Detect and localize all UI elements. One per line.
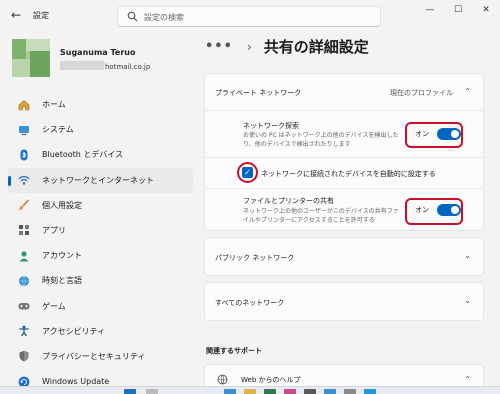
sidebar-item-personalization[interactable]: 個人用設定 — [8, 193, 193, 218]
taskbar-app-icon[interactable] — [244, 389, 256, 394]
divider — [205, 188, 483, 189]
web-help-label: Web からのヘルプ — [241, 376, 301, 384]
network-discovery-title: ネットワーク探索 — [243, 122, 299, 130]
user-email: hotmail.co.jp — [60, 61, 150, 71]
sidebar-nav: ホーム システム Bluetooth とデバイス ネットワークとインターネット … — [8, 92, 193, 394]
chevron-up-icon[interactable]: ⌃ — [464, 87, 471, 96]
highlight-annotation — [237, 162, 258, 183]
sidebar-item-accessibility[interactable]: アクセシビリティ — [8, 319, 193, 344]
title-bar: ← 設定 設定の検索 — ☐ ✕ — [0, 0, 500, 32]
divider — [205, 157, 483, 158]
auto-setup-label: ネットワークに接続されたデバイスを自動的に設定する — [261, 170, 436, 178]
apps-icon — [18, 224, 30, 236]
breadcrumb: ••• › 共有の詳細設定 — [205, 36, 369, 57]
chevron-up-icon[interactable]: ⌃ — [464, 375, 471, 384]
sidebar-item-label: アプリ — [42, 225, 66, 235]
bluetooth-icon — [18, 149, 30, 161]
public-network-panel[interactable]: パブリック ネットワーク ⌄ — [204, 237, 484, 276]
private-network-header[interactable]: プライベート ネットワーク 現在のプロファイル ⌃ — [205, 74, 483, 110]
email-redaction — [60, 61, 104, 70]
file-printer-sharing-title: ファイルとプリンターの共有 — [243, 197, 334, 205]
sidebar-item-network[interactable]: ネットワークとインターネット — [8, 167, 193, 193]
taskbar-app-icon[interactable] — [224, 389, 236, 394]
highlight-annotation — [405, 198, 463, 225]
sidebar-item-label: アクセシビリティ — [42, 326, 106, 336]
network-discovery-desc: お使いの PC はネットワーク上の他のデバイスを検出したり、他のデバイスで検出さ… — [243, 132, 399, 148]
close-button[interactable]: ✕ — [472, 0, 500, 20]
taskbar-app-icon[interactable] — [304, 389, 316, 394]
wifi-icon — [18, 174, 30, 186]
sidebar-item-label: システム — [42, 125, 74, 135]
search-taskbar-icon[interactable] — [146, 389, 158, 394]
user-name: Suganuma Teruo — [60, 48, 136, 57]
back-button[interactable]: ← — [8, 8, 24, 22]
sidebar-item-privacy[interactable]: プライバシーとセキュリティ — [8, 344, 193, 369]
file-printer-sharing-desc: ネットワーク上の他のユーザーがこのデバイスの共有ファイルやプリンターにアクセスす… — [243, 208, 399, 224]
sidebar-item-time-language[interactable]: 時刻と言語 — [8, 268, 193, 293]
highlight-annotation — [405, 122, 463, 148]
minimize-button[interactable]: — — [416, 0, 444, 20]
sidebar-item-label: ゲーム — [42, 301, 66, 311]
breadcrumb-overflow-button[interactable]: ••• — [205, 39, 233, 54]
related-support-heading: 関連するサポート — [206, 347, 262, 355]
start-icon[interactable] — [124, 389, 136, 394]
sidebar-item-bluetooth[interactable]: Bluetooth とデバイス — [8, 142, 193, 167]
taskbar-app-icon[interactable] — [284, 389, 296, 394]
brush-icon — [18, 199, 30, 211]
home-icon — [18, 99, 30, 111]
taskbar-app-icon[interactable] — [344, 389, 356, 394]
chevron-down-icon[interactable]: ⌄ — [464, 251, 471, 260]
taskbar-app-icon[interactable] — [364, 389, 376, 394]
sidebar-item-system[interactable]: システム — [8, 117, 193, 142]
chevron-right-icon: › — [246, 39, 252, 54]
sidebar-item-label: ネットワークとインターネット — [42, 175, 154, 185]
system-icon — [18, 124, 30, 136]
sidebar-item-label: 時刻と言語 — [42, 276, 82, 286]
sidebar-item-apps[interactable]: アプリ — [8, 218, 193, 243]
globe-icon — [217, 374, 228, 385]
sidebar-item-label: プライバシーとセキュリティ — [42, 351, 146, 361]
accessibility-icon — [18, 325, 30, 337]
taskbar-app-icon[interactable] — [324, 389, 336, 394]
shield-icon — [18, 350, 30, 362]
all-networks-title: すべてのネットワーク — [215, 299, 285, 307]
divider — [205, 110, 483, 111]
app-title: 設定 — [33, 11, 49, 20]
taskbar-app-icon[interactable] — [264, 389, 276, 394]
current-profile-label: 現在のプロファイル — [390, 89, 453, 97]
sidebar-item-home[interactable]: ホーム — [8, 92, 193, 117]
private-network-panel: プライベート ネットワーク 現在のプロファイル ⌃ ネットワーク探索 お使いの … — [204, 73, 484, 231]
sidebar-item-label: ホーム — [42, 100, 66, 109]
search-input[interactable]: 設定の検索 — [144, 12, 184, 23]
globe-clock-icon — [18, 275, 30, 287]
avatar[interactable] — [12, 39, 50, 77]
sidebar-item-label: Bluetooth とデバイス — [42, 150, 124, 160]
taskbar — [0, 386, 500, 394]
maximize-button[interactable]: ☐ — [444, 0, 472, 20]
gamepad-icon — [18, 300, 30, 312]
window-controls: — ☐ ✕ — [416, 0, 500, 20]
account-icon — [18, 250, 30, 262]
sidebar-item-label: Windows Update — [42, 377, 110, 387]
all-networks-panel[interactable]: すべてのネットワーク ⌄ — [204, 282, 484, 321]
sidebar-item-label: 個人用設定 — [42, 200, 82, 210]
page-title: 共有の詳細設定 — [263, 38, 369, 56]
chevron-down-icon[interactable]: ⌄ — [464, 296, 471, 305]
sidebar-item-gaming[interactable]: ゲーム — [8, 294, 193, 319]
search-icon — [127, 11, 138, 22]
sidebar-item-accounts[interactable]: アカウント — [8, 243, 193, 268]
search-box[interactable]: 設定の検索 — [117, 6, 381, 27]
private-network-title: プライベート ネットワーク — [215, 89, 302, 97]
public-network-title: パブリック ネットワーク — [215, 254, 295, 262]
sidebar-item-label: アカウント — [42, 251, 82, 261]
